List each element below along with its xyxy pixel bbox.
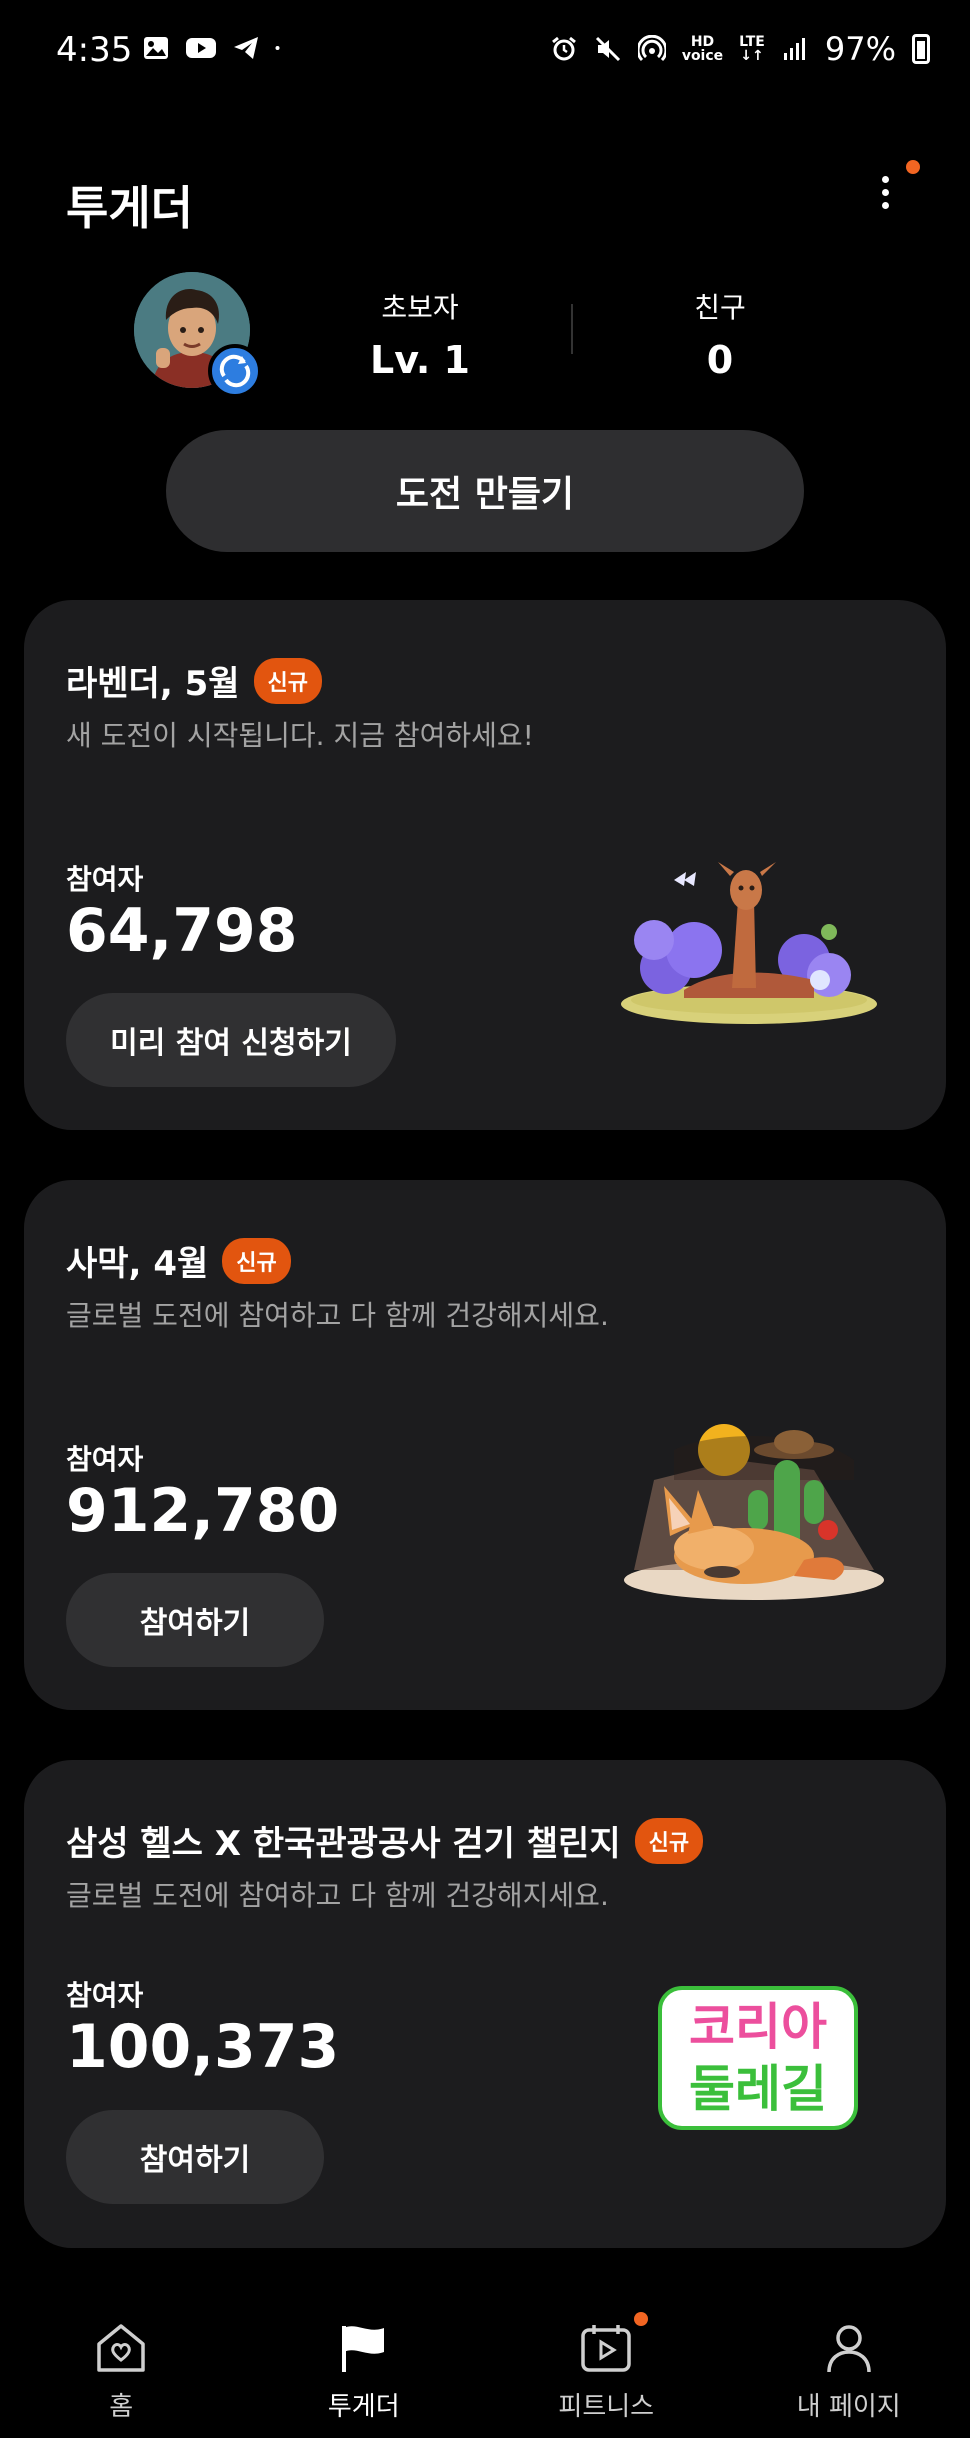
participants-label: 참여자	[66, 863, 144, 896]
new-badge: 신규	[222, 1237, 291, 1284]
level-value: Lv. 1	[370, 338, 470, 382]
person-icon	[821, 2320, 877, 2376]
participants-label: 참여자	[66, 1979, 144, 2012]
status-left-icons	[142, 34, 288, 62]
desert-fox-illustration	[624, 1424, 884, 1600]
nav-label: 내 페이지	[796, 2392, 901, 2422]
dot-icon	[275, 46, 280, 50]
challenge-card-korea-dulle[interactable]: 삼성 헬스 X 한국관광공사 걷기 챌린지 신규 글로벌 도전에 참여하고 다 …	[24, 1760, 946, 2248]
telegram-icon	[234, 37, 258, 59]
korea-dulle-logo: 코리아 둘레길	[658, 1986, 858, 2136]
flag-icon	[336, 2320, 392, 2376]
play-calendar-icon	[578, 2312, 649, 2376]
level-stat: 초보자 Lv. 1	[340, 286, 500, 382]
stat-divider	[571, 304, 573, 354]
card-title: 삼성 헬스 X 한국관광공사 걷기 챌린지	[66, 1824, 621, 1864]
nav-home[interactable]: 홈	[0, 2300, 243, 2438]
join-button[interactable]: 참여하기	[66, 2110, 324, 2204]
new-badge: 신규	[634, 1817, 704, 1864]
card-description: 글로벌 도전에 참여하고 다 함께 건강해지세요.	[66, 1299, 609, 1332]
challenge-card-desert[interactable]: 사막, 4월 신규 글로벌 도전에 참여하고 다 함께 건강해지세요. 참여자 …	[24, 1180, 946, 1710]
new-badge: 신규	[253, 657, 323, 704]
bottom-navigation: 홈 투게더 피트니스 내 페이지	[0, 2300, 970, 2438]
more-options-button[interactable]	[870, 170, 900, 220]
status-right-icons: HD voice LTE ↓↑ 97%	[550, 30, 930, 68]
more-options-icon	[881, 176, 889, 183]
battery-icon	[912, 34, 930, 64]
participants-count: 912,780	[66, 1476, 340, 1546]
pre-register-button[interactable]: 미리 참여 신청하기	[66, 993, 396, 1087]
status-bar: 4:35 HD voice LTE ↓↑ 97%	[0, 0, 970, 100]
create-challenge-button[interactable]: 도전 만들기	[166, 430, 804, 552]
logo-line-1: 코리아	[689, 1998, 827, 2056]
nav-my-page[interactable]: 내 페이지	[728, 2300, 970, 2438]
notification-dot	[906, 160, 920, 174]
challenge-card-lavender[interactable]: 라벤더, 5월 신규 새 도전이 시작됩니다. 지금 참여하세요! 참여자 64…	[24, 600, 946, 1130]
nav-label: 홈	[109, 2392, 134, 2422]
logo-line-2: 둘레길	[689, 2060, 827, 2118]
nav-fitness[interactable]: 피트니스	[485, 2300, 728, 2438]
participants-count: 64,798	[66, 896, 298, 966]
page-title: 투게더	[66, 181, 193, 235]
participants-label: 참여자	[66, 1443, 144, 1476]
join-button[interactable]: 참여하기	[66, 1573, 324, 1667]
card-description: 글로벌 도전에 참여하고 다 함께 건강해지세요.	[66, 1879, 609, 1912]
mute-icon	[595, 36, 620, 62]
hd-voice-icon: HD voice	[681, 34, 724, 64]
card-title: 사막, 4월	[66, 1244, 209, 1284]
status-time: 4:35	[56, 30, 133, 70]
friends-value: 0	[706, 338, 734, 382]
signal-icon	[783, 38, 805, 60]
youtube-icon	[186, 38, 216, 58]
friends-stat[interactable]: 친구 0	[640, 286, 800, 382]
participants-count: 100,373	[66, 2012, 340, 2082]
nav-label: 투게더	[327, 2392, 400, 2422]
nav-together[interactable]: 투게더	[243, 2300, 486, 2438]
alarm-icon	[551, 36, 576, 61]
card-title: 라벤더, 5월	[66, 664, 240, 704]
nav-label: 피트니스	[558, 2392, 655, 2422]
friends-label: 친구	[694, 291, 746, 324]
gallery-icon	[144, 37, 168, 59]
sync-icon[interactable]	[208, 344, 262, 398]
lte-icon: LTE ↓↑	[739, 34, 765, 64]
card-description: 새 도전이 시작됩니다. 지금 참여하세요!	[66, 719, 534, 752]
battery-percent: 97%	[824, 30, 896, 68]
level-label: 초보자	[381, 291, 459, 324]
hotspot-icon	[637, 35, 666, 62]
lavender-deer-illustration	[621, 862, 877, 1024]
home-heart-icon	[93, 2320, 149, 2376]
notification-dot	[634, 2312, 649, 2326]
